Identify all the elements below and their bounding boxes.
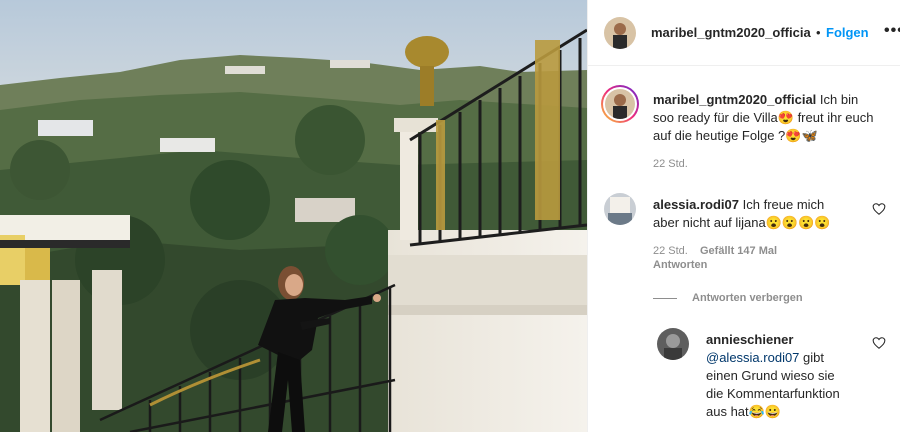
comment-text: alessia.rodi07 Ich freue mich aber nicht…: [653, 196, 868, 232]
follow-button[interactable]: Folgen: [826, 25, 869, 40]
caption-line-2: soo ready für die Villa😍 freut ihr euch: [653, 110, 874, 125]
heart-outline-icon[interactable]: [872, 336, 886, 350]
reply-text: annieschiener @alessia.rodi07 gibt einen…: [706, 331, 866, 421]
caption-username[interactable]: maribel_gntm2020_official: [653, 92, 816, 107]
post-photo[interactable]: [0, 0, 587, 432]
caption-line-3: auf die heutige Folge ?😍🦋: [653, 128, 818, 143]
comment-line-2: aber nicht auf lijana😮😮😮😮: [653, 215, 831, 230]
reply-line-4: aus hat😂😀: [706, 404, 782, 419]
reply-line-1: gibt: [803, 350, 825, 365]
caption-avatar-story-ring[interactable]: [601, 85, 639, 123]
comments-panel: maribel_gntm2020_officia • Folgen ••• ma…: [587, 0, 900, 432]
comment-username[interactable]: alessia.rodi07: [653, 197, 739, 212]
post-author-avatar[interactable]: [604, 17, 636, 49]
caption-line-1: Ich bin: [819, 92, 859, 107]
reply-username[interactable]: annieschiener: [706, 332, 793, 347]
separator-dot: •: [816, 25, 821, 40]
comment-avatar[interactable]: [604, 193, 636, 225]
reply-line-2: einen Grund wieso sie: [706, 368, 835, 383]
heart-outline-icon[interactable]: [872, 202, 886, 216]
post-author-username[interactable]: maribel_gntm2020_officia: [651, 25, 811, 40]
post-header: maribel_gntm2020_officia • Folgen •••: [588, 0, 900, 66]
reply-button[interactable]: Antworten: [653, 258, 707, 273]
caption-avatar: [605, 89, 635, 119]
more-options-icon[interactable]: •••: [884, 22, 900, 40]
reply-line-3: die Kommentarfunktion: [706, 386, 840, 401]
replies-divider-line: [653, 298, 677, 299]
reply-mention-link[interactable]: @alessia.rodi07: [706, 350, 799, 365]
comment-likes-count[interactable]: Gefällt 147 Mal: [700, 244, 777, 259]
hide-replies-button[interactable]: Antworten verbergen: [692, 291, 803, 306]
caption-timestamp[interactable]: 22 Std.: [653, 157, 688, 172]
comment-timestamp[interactable]: 22 Std.: [653, 244, 688, 259]
comment-line-1: Ich freue mich: [742, 197, 825, 212]
reply-avatar[interactable]: [657, 328, 689, 360]
caption-text: maribel_gntm2020_official Ich bin soo re…: [653, 91, 893, 145]
post-photo-illustration: [0, 0, 587, 432]
